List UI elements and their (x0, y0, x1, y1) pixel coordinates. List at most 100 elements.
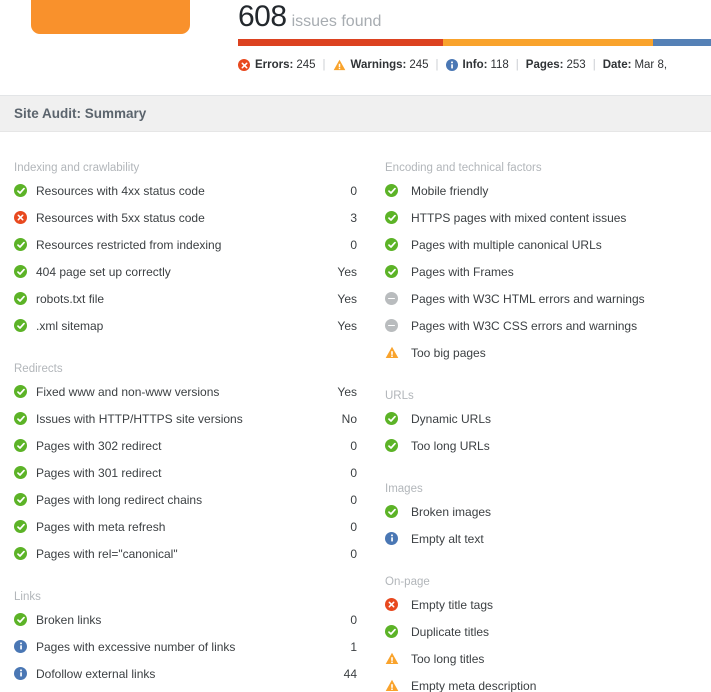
audit-row[interactable]: Resources with 5xx status code 3 (14, 204, 357, 231)
audit-row-value: 0 (350, 492, 357, 507)
stat-date: Date: Mar 8, (603, 59, 667, 71)
site-audit-summary-page: 608 issues found Errors: 245 | Warnings: 245 |… (0, 0, 711, 692)
audit-row[interactable]: Resources restricted from indexing 0 (14, 231, 357, 258)
row-status-icon (385, 625, 411, 638)
audit-row[interactable]: Pages with 301 redirect 0 (14, 459, 357, 486)
row-status-icon (385, 265, 411, 278)
status-ok-icon (14, 385, 27, 398)
row-status-icon (14, 640, 36, 653)
audit-row-label: Pages with rel="canonical" (36, 546, 178, 561)
stat-value: 245 (296, 59, 316, 71)
status-ok-icon (14, 466, 27, 479)
audit-row-label: Resources restricted from indexing (36, 237, 222, 252)
audit-row[interactable]: robots.txt file Yes (14, 285, 357, 312)
stat-separator: | (322, 59, 326, 71)
status-ok-icon (14, 265, 27, 278)
stat-label: Warnings: (350, 59, 407, 71)
row-status-icon (385, 439, 411, 452)
status-ok-icon (14, 292, 27, 305)
audit-row[interactable]: Empty meta description (385, 672, 697, 692)
audit-row-label: Duplicate titles (411, 624, 490, 639)
audit-row[interactable]: Too long URLs (385, 432, 697, 459)
row-status-icon (385, 319, 411, 332)
row-status-icon (14, 466, 36, 479)
audit-row-value: Yes (337, 318, 357, 333)
row-status-icon (14, 265, 36, 278)
audit-row[interactable]: Duplicate titles (385, 618, 697, 645)
audit-row[interactable]: Pages with W3C CSS errors and warnings (385, 312, 697, 339)
audit-row-label: robots.txt file (36, 291, 105, 306)
issues-count: 608 (238, 0, 287, 33)
audit-row-value: 0 (350, 519, 357, 534)
progress-segment-warnings (443, 39, 653, 46)
row-status-icon (385, 505, 411, 518)
row-status-icon (14, 613, 36, 626)
audit-row[interactable]: Pages with 302 redirect 0 (14, 432, 357, 459)
audit-row[interactable]: Empty title tags (385, 591, 697, 618)
audit-row-label: Pages with meta refresh (36, 519, 166, 534)
audit-row[interactable]: Pages with excessive number of links 1 (14, 633, 357, 660)
dash-mark (388, 324, 395, 327)
error-icon (238, 59, 250, 71)
audit-row[interactable]: Pages with rel="canonical" 0 (14, 540, 357, 567)
summary-column-right: Encoding and technical factors Mobile fri… (375, 133, 711, 692)
audit-row-label: Fixed www and non-www versions (36, 384, 220, 399)
audit-row-label: Pages with 301 redirect (36, 465, 162, 480)
progress-segment-info (653, 39, 711, 46)
status-ok-icon (14, 184, 27, 197)
status-ok-icon (385, 184, 398, 197)
audit-row-label: .xml sitemap (36, 318, 104, 333)
row-status-icon (385, 598, 411, 611)
audit-row[interactable]: Mobile friendly (385, 177, 697, 204)
audit-row[interactable]: Issues with HTTP/HTTPS site versions No (14, 405, 357, 432)
row-status-icon (385, 292, 411, 305)
info-icon (445, 59, 458, 71)
audit-row-label: Broken links (36, 612, 102, 627)
audit-row[interactable]: Empty alt text (385, 525, 697, 552)
audit-row-label: Broken images (411, 504, 492, 519)
row-status-icon (14, 211, 36, 224)
summary-columns: Indexing and crawlability Resources with … (0, 133, 711, 692)
group-title: On-page (385, 576, 430, 588)
audit-row-label: Pages with W3C CSS errors and warnings (411, 318, 638, 333)
stat-separator: | (435, 59, 439, 71)
stat-label: Errors: (255, 59, 294, 71)
audit-row[interactable]: HTTPS pages with mixed content issues (385, 204, 697, 231)
status-ok-icon (385, 439, 398, 452)
audit-row[interactable]: Resources with 4xx status code 0 (14, 177, 357, 204)
audit-row[interactable]: Dofollow external links 44 (14, 660, 357, 687)
status-ok-icon (14, 613, 27, 626)
report-header: 608 issues found Errors: 245 | Warnings: 245 |… (0, 0, 711, 96)
audit-row[interactable]: Broken links 0 (14, 606, 357, 633)
group-title: Encoding and technical factors (385, 162, 542, 174)
warning-icon (333, 59, 346, 71)
audit-row[interactable]: Dynamic URLs (385, 405, 697, 432)
audit-row[interactable]: Fixed www and non-www versions Yes (14, 378, 357, 405)
audit-row[interactable]: .xml sitemap Yes (14, 312, 357, 339)
audit-row[interactable]: Pages with Frames (385, 258, 697, 285)
audit-row[interactable]: Too long titles (385, 645, 697, 672)
audit-row-label: Too long titles (411, 651, 485, 666)
audit-row-label: Issues with HTTP/HTTPS site versions (36, 411, 243, 426)
audit-row[interactable]: Pages with W3C HTML errors and warnings (385, 285, 697, 312)
stat-info: Info: 118 (445, 59, 509, 71)
audit-row-value: 0 (350, 612, 357, 627)
stat-value: Mar 8, (634, 59, 668, 71)
audit-row[interactable]: Too big pages (385, 339, 697, 366)
row-status-icon (385, 412, 411, 425)
audit-row[interactable]: Broken images (385, 498, 697, 525)
audit-row-label: Pages with Frames (411, 264, 514, 279)
row-status-icon (385, 238, 411, 251)
row-status-icon (14, 439, 36, 452)
status-ok-icon (14, 319, 27, 332)
audit-row-label: 404 page set up correctly (36, 264, 171, 279)
audit-row[interactable]: Pages with long redirect chains 0 (14, 486, 357, 513)
audit-row-label: Dofollow external links (36, 666, 156, 681)
group-title: Redirects (14, 363, 63, 375)
issues-stat-line: Errors: 245 | Warnings: 245 | Info: 118 | Pages: 2… (238, 59, 667, 71)
audit-row[interactable]: Pages with multiple canonical URLs (385, 231, 697, 258)
audit-row[interactable]: Pages with meta refresh 0 (14, 513, 357, 540)
audit-row-value: No (341, 411, 357, 426)
audit-row[interactable]: 404 page set up correctly Yes (14, 258, 357, 285)
dash-mark (388, 297, 395, 300)
